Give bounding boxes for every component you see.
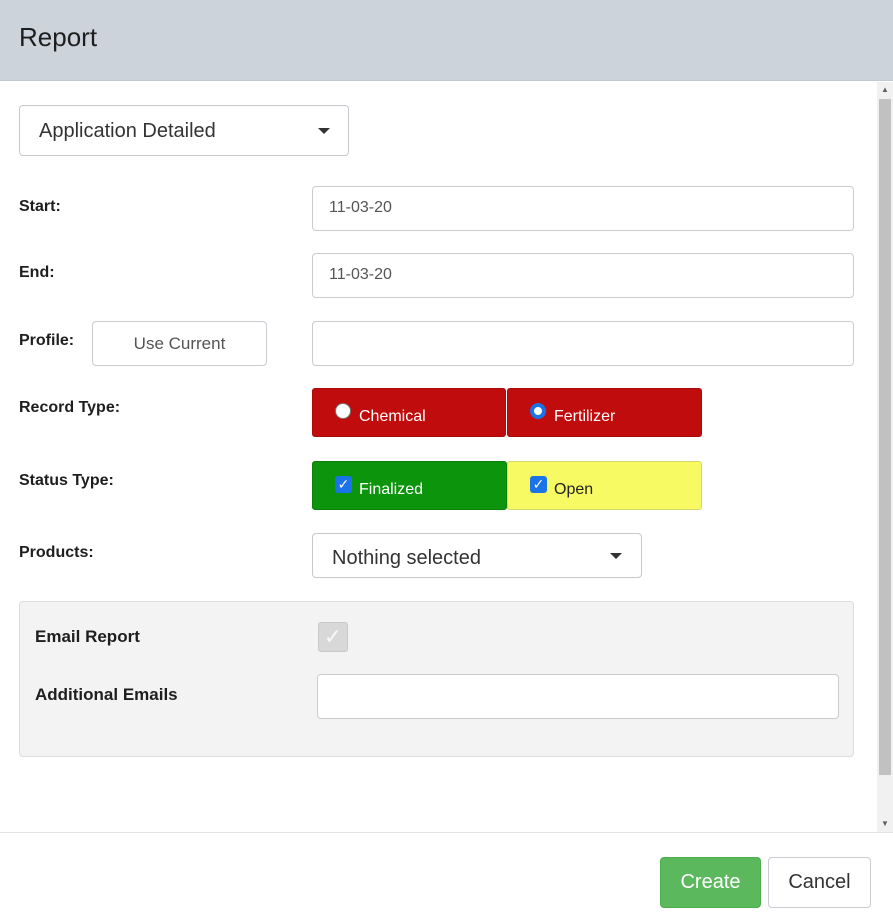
profile-field[interactable]	[312, 321, 854, 366]
end-label: End:	[19, 264, 55, 281]
status-type-label: Status Type:	[19, 472, 114, 489]
finalized-checkbox[interactable]: ✓	[335, 476, 352, 493]
record-type-chemical[interactable]: Chemical	[312, 388, 506, 437]
email-report-checkbox[interactable]: ✓	[318, 622, 348, 652]
products-select[interactable]: Nothing selected	[312, 533, 642, 578]
status-type-open[interactable]: ✓ Open	[507, 461, 702, 510]
scroll-down-arrow-icon[interactable]: ▼	[877, 816, 893, 832]
end-date-field[interactable]: 11-03-20	[312, 253, 854, 298]
record-type-label: Record Type:	[19, 399, 121, 416]
dialog-body: Application Detailed Start: 11-03-20 End…	[0, 82, 877, 832]
email-report-label: Email Report	[35, 627, 140, 646]
chemical-label: Chemical	[359, 408, 426, 425]
scrollbar-thumb[interactable]	[879, 99, 891, 775]
record-type-fertilizer[interactable]: Fertilizer	[507, 388, 702, 437]
products-value: Nothing selected	[332, 547, 481, 569]
status-type-finalized[interactable]: ✓ Finalized	[312, 461, 507, 510]
cancel-button[interactable]: Cancel	[768, 857, 871, 908]
dialog-title: Report	[19, 22, 98, 52]
chevron-down-icon	[610, 553, 622, 559]
vertical-scrollbar[interactable]: ▲ ▼	[877, 82, 893, 832]
dialog-header: Report	[0, 0, 893, 81]
fertilizer-label: Fertilizer	[554, 408, 616, 425]
additional-emails-label: Additional Emails	[35, 685, 178, 704]
start-date-field[interactable]: 11-03-20	[312, 186, 854, 231]
open-label: Open	[554, 481, 594, 498]
products-label: Products:	[19, 544, 94, 561]
profile-label: Profile:	[19, 332, 75, 349]
chevron-down-icon	[318, 128, 330, 134]
dialog-footer: Create Cancel	[0, 832, 893, 920]
use-current-button[interactable]: Use Current	[92, 321, 267, 366]
start-label: Start:	[19, 198, 61, 215]
fertilizer-radio[interactable]	[530, 403, 546, 419]
scroll-up-arrow-icon[interactable]: ▲	[877, 82, 893, 98]
email-panel: Email Report ✓ Additional Emails	[19, 601, 854, 757]
create-button[interactable]: Create	[660, 857, 761, 908]
additional-emails-field[interactable]	[317, 674, 839, 719]
finalized-label: Finalized	[359, 481, 424, 498]
open-checkbox[interactable]: ✓	[530, 476, 547, 493]
report-type-value: Application Detailed	[39, 120, 216, 142]
chemical-radio[interactable]	[335, 403, 351, 419]
report-type-select[interactable]: Application Detailed	[19, 105, 349, 156]
